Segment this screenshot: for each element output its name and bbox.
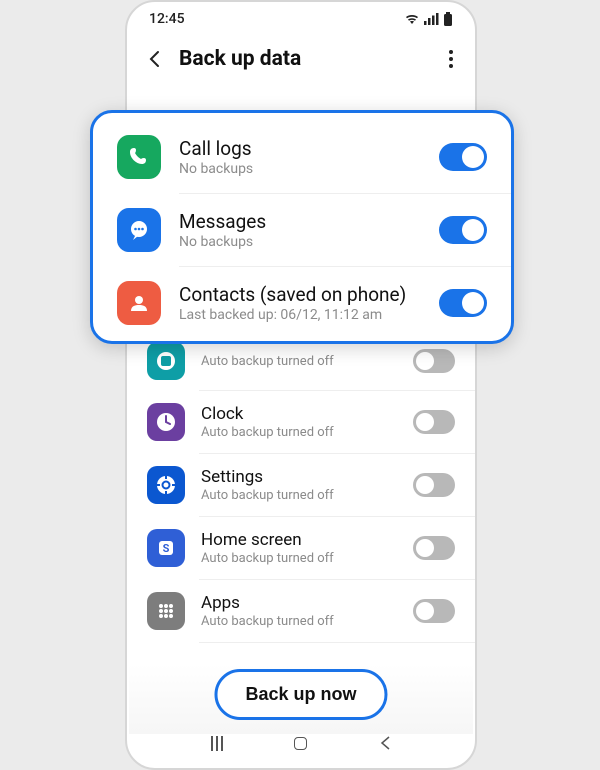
- list-item[interactable]: Apps Auto backup turned off: [127, 580, 475, 642]
- list-item[interactable]: Contacts (saved on phone) Last backed up…: [93, 267, 511, 339]
- item-subtitle: No backups: [179, 161, 421, 177]
- item-subtitle: Auto backup turned off: [201, 425, 397, 440]
- toggle-switch[interactable]: [439, 143, 487, 171]
- svg-text:S: S: [163, 542, 170, 555]
- apps-icon: [147, 592, 185, 630]
- item-subtitle: Auto backup turned off: [201, 551, 397, 566]
- toggle-switch[interactable]: [413, 349, 455, 373]
- nav-back-icon[interactable]: [378, 735, 392, 751]
- item-subtitle: No backups: [179, 234, 421, 250]
- nav-home-icon[interactable]: [294, 737, 307, 750]
- clock-icon: [147, 403, 185, 441]
- item-title: Clock: [201, 404, 397, 424]
- toggle-switch[interactable]: [439, 216, 487, 244]
- item-title: Call logs: [179, 137, 421, 160]
- highlighted-backup-section: Call logs No backups Messages No backups…: [90, 110, 514, 344]
- toggle-switch[interactable]: [413, 599, 455, 623]
- clock-text: 12:45: [149, 11, 185, 27]
- page-title: Back up data: [179, 47, 431, 71]
- wifi-icon: [404, 13, 420, 25]
- item-subtitle: Auto backup turned off: [201, 354, 397, 369]
- home-icon: S: [147, 529, 185, 567]
- app-bar: Back up data: [127, 36, 475, 90]
- item-subtitle: Auto backup turned off: [201, 614, 397, 629]
- phone-icon: [117, 135, 161, 179]
- message-icon: [117, 208, 161, 252]
- settings-icon: [147, 466, 185, 504]
- status-icons: [404, 12, 453, 26]
- signal-icon: [424, 13, 439, 25]
- toggle-switch[interactable]: [439, 289, 487, 317]
- toggle-switch[interactable]: [413, 410, 455, 434]
- calendar-icon: [147, 342, 185, 380]
- list-item[interactable]: Auto backup turned off: [127, 342, 475, 390]
- item-subtitle: Auto backup turned off: [201, 488, 397, 503]
- item-subtitle: Last backed up: 06/12, 11:12 am: [179, 307, 421, 323]
- status-bar: 12:45: [127, 2, 475, 36]
- item-title: Messages: [179, 210, 421, 233]
- battery-icon: [443, 12, 453, 26]
- system-nav-bar: [127, 728, 475, 758]
- item-title: Contacts (saved on phone): [179, 283, 421, 306]
- back-icon[interactable]: [145, 49, 165, 69]
- list-item[interactable]: Clock Auto backup turned off: [127, 391, 475, 453]
- list-item[interactable]: Settings Auto backup turned off: [127, 454, 475, 516]
- toggle-switch[interactable]: [413, 473, 455, 497]
- toggle-switch[interactable]: [413, 536, 455, 560]
- list-item[interactable]: S Home screen Auto backup turned off: [127, 517, 475, 579]
- contact-icon: [117, 281, 161, 325]
- nav-recent-icon[interactable]: [211, 736, 223, 751]
- item-title: Settings: [201, 467, 397, 487]
- list-item[interactable]: Messages No backups: [93, 194, 511, 266]
- backup-now-button[interactable]: Back up now: [214, 669, 387, 720]
- item-title: Apps: [201, 593, 397, 613]
- more-options-icon[interactable]: [445, 46, 457, 72]
- list-item[interactable]: Call logs No backups: [93, 121, 511, 193]
- item-title: Home screen: [201, 530, 397, 550]
